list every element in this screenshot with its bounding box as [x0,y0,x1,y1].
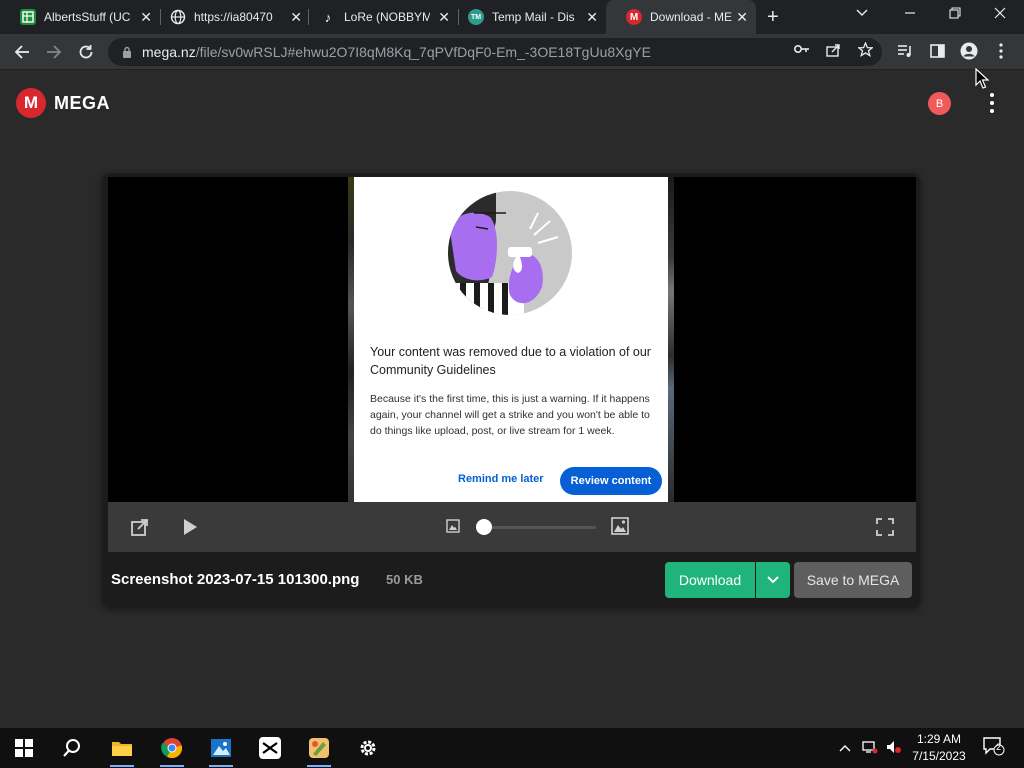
tab-lore[interactable]: ♪ LoRe (NOBBYM ✕ [300,0,458,34]
url-path: /file/sv0wRSLJ#ehwu2O7I8qM8Kq_7qPVfDqF0-… [195,44,651,60]
close-tab-icon[interactable]: ✕ [736,9,748,25]
tab-title: https://ia80470 [194,10,273,24]
settings-gear-icon[interactable] [356,736,380,760]
warning-body: Because it's the first time, this is jus… [370,393,650,437]
url-host: mega.nz [142,44,196,60]
side-panel-icon[interactable] [930,44,945,61]
mouse-cursor-icon [975,68,989,89]
new-tab-button[interactable]: + [767,7,779,27]
slideshow-play-icon[interactable] [182,518,198,541]
reload-button[interactable] [74,40,98,64]
warning-headline: Your content was removed due to a violat… [370,345,651,377]
profile-icon[interactable] [960,42,978,63]
mega-page: M MEGA B Your content was removed due to… [0,71,1024,728]
paint-app-icon[interactable] [307,736,331,760]
key-icon[interactable] [793,43,810,58]
share-icon[interactable] [826,43,842,60]
clock-date: 7/15/2023 [912,749,966,763]
tab-title: Download - ME [650,10,733,24]
tab-temp-mail[interactable]: TM Temp Mail - Dis ✕ [448,0,606,34]
image-preview: Your content was removed due to a violat… [108,177,916,502]
notification-count: 2 [996,742,1002,752]
tab-ia80470[interactable]: https://ia80470 ✕ [150,0,310,34]
save-to-mega-button[interactable]: Save to MEGA [794,562,912,598]
remind-me-later-link: Remind me later [458,473,544,485]
mega-logo-text: MEGA [54,92,110,113]
more-menu-icon[interactable] [988,93,996,113]
tab-title: Temp Mail - Dis [492,10,575,24]
file-info-bar: Screenshot 2023-07-15 101300.png 50 KB D… [102,552,920,607]
close-window-button[interactable] [994,6,1006,22]
back-button[interactable] [10,40,34,64]
fullscreen-icon[interactable] [876,518,894,541]
warning-illustration [448,191,572,315]
browser-menu-icon[interactable] [999,43,1003,62]
mega-logo-badge: M [16,88,46,118]
browser-tab-strip: AlbertsStuff (UC ✕ https://ia80470 ✕ ♪ L… [0,0,1024,34]
close-tab-icon[interactable]: ✕ [586,9,598,25]
zoom-out-icon[interactable] [446,519,460,538]
tab-mega-download[interactable]: M Download - ME ✕ [606,0,756,34]
taskbar-indicator [110,765,134,767]
taskbar-indicator [307,765,331,767]
review-content-button: Review content [560,467,662,495]
windows-taskbar: 1:29 AM 7/15/2023 2 [0,728,1024,768]
file-viewer-card: Your content was removed due to a violat… [102,173,920,607]
clock-time: 1:29 AM [916,732,962,746]
globe-icon [170,9,186,25]
tray-expand-icon[interactable] [839,740,851,755]
file-name: Screenshot 2023-07-15 101300.png [111,571,360,588]
notification-center-icon[interactable]: 2 [983,737,1005,760]
search-icon[interactable] [60,736,84,760]
tab-title: AlbertsStuff (UC [44,10,131,24]
photos-icon[interactable] [209,736,233,760]
zoom-slider-handle[interactable] [476,519,492,535]
open-external-icon[interactable] [130,517,150,542]
avatar[interactable]: B [928,92,951,115]
viewer-controls [108,502,916,552]
chrome-icon[interactable] [160,736,184,760]
system-clock[interactable]: 1:29 AM 7/15/2023 [906,731,972,765]
network-icon[interactable] [862,740,878,757]
address-bar[interactable]: mega.nz/file/sv0wRSLJ#ehwu2O7I8qM8Kq_7qP… [108,38,882,66]
tiktok-icon: ♪ [324,9,332,25]
sheets-icon [20,9,36,25]
tab-title: LoRe (NOBBYM [344,10,430,24]
chevron-down-icon [767,576,779,584]
taskbar-indicator [160,765,184,767]
bookmark-star-icon[interactable] [857,41,874,60]
mega-icon: M [626,9,642,25]
tab-search-icon[interactable] [856,6,868,22]
taskbar-indicator [209,765,233,767]
browser-toolbar: mega.nz/file/sv0wRSLJ#ehwu2O7I8qM8Kq_7qP… [0,34,1024,70]
mega-logo[interactable]: M MEGA [16,88,110,118]
tab-albertsstuff[interactable]: AlbertsStuff (UC ✕ [0,0,160,34]
volume-muted-icon[interactable] [886,740,902,757]
minimize-button[interactable] [904,6,916,22]
windows-start-icon[interactable] [12,736,36,760]
preview-warning-card: Your content was removed due to a violat… [354,177,668,502]
capcut-icon[interactable] [258,736,282,760]
download-button[interactable]: Download [665,562,755,598]
tempmail-icon: TM [468,9,484,25]
restore-button[interactable] [949,6,961,22]
forward-button[interactable] [42,40,66,64]
file-size: 50 KB [386,572,423,587]
zoom-in-icon[interactable] [611,517,629,540]
download-options-button[interactable] [756,562,790,598]
media-queue-icon[interactable] [897,44,913,61]
zoom-slider-track[interactable] [482,526,596,529]
file-explorer-icon[interactable] [110,736,134,760]
lock-icon[interactable] [122,46,132,58]
